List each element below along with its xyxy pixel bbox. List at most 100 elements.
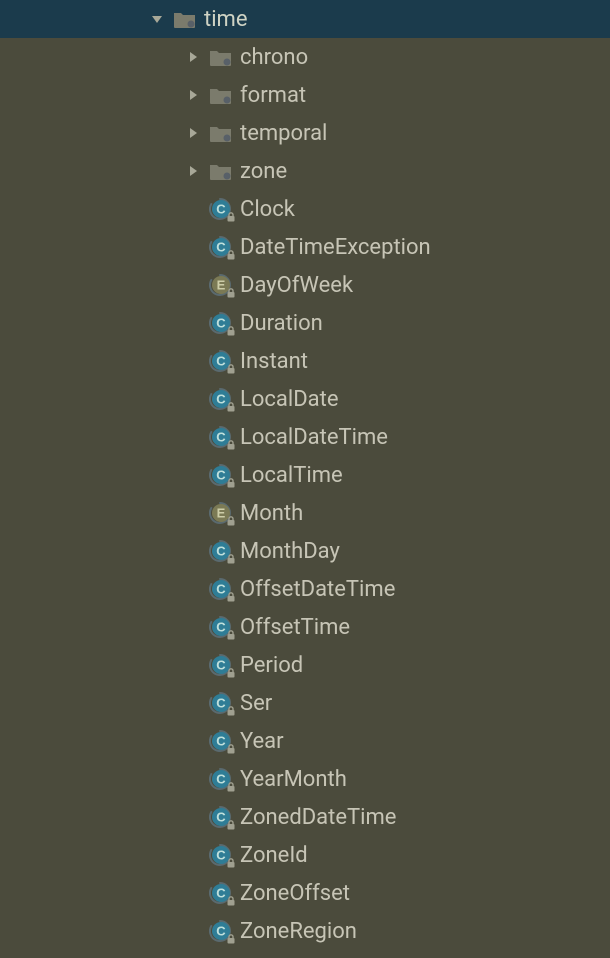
svg-text:C: C xyxy=(216,658,226,673)
svg-text:C: C xyxy=(216,430,226,445)
svg-text:C: C xyxy=(216,810,226,825)
svg-text:C: C xyxy=(216,316,226,331)
svg-text:C: C xyxy=(216,620,226,635)
tree-item-instant[interactable]: C Instant xyxy=(0,342,610,380)
tree-item-temporal[interactable]: temporal xyxy=(0,114,610,152)
expand-arrow-right-icon[interactable] xyxy=(184,124,202,142)
lock-icon xyxy=(226,440,236,450)
tree-item-month[interactable]: E Month xyxy=(0,494,610,532)
tree-item-offsettime[interactable]: C OffsetTime xyxy=(0,608,610,646)
tree-item-label: Ser xyxy=(240,691,272,716)
svg-text:C: C xyxy=(216,848,226,863)
lock-icon xyxy=(226,516,236,526)
class-icon: C xyxy=(208,616,234,638)
tree-item-label: LocalDate xyxy=(240,387,339,412)
lock-icon xyxy=(226,592,236,602)
class-icon: C xyxy=(208,882,234,904)
svg-text:C: C xyxy=(216,772,226,787)
tree-item-monthday[interactable]: C MonthDay xyxy=(0,532,610,570)
expand-arrow-down-icon[interactable] xyxy=(148,10,166,28)
tree-item-label: chrono xyxy=(240,45,308,70)
tree-item-label: zone xyxy=(240,159,287,184)
tree-item-chrono[interactable]: chrono xyxy=(0,38,610,76)
lock-icon xyxy=(226,326,236,336)
svg-text:C: C xyxy=(216,468,226,483)
tree-item-period[interactable]: C Period xyxy=(0,646,610,684)
tree-item-zone[interactable]: zone xyxy=(0,152,610,190)
class-icon: C xyxy=(208,426,234,448)
lock-icon xyxy=(226,782,236,792)
tree-item-label: DateTimeException xyxy=(240,235,431,260)
tree-item-label: LocalDateTime xyxy=(240,425,388,450)
class-icon: C xyxy=(208,198,234,220)
tree-item-label: time xyxy=(204,7,248,32)
svg-text:E: E xyxy=(217,278,226,293)
tree-item-clock[interactable]: C Clock xyxy=(0,190,610,228)
tree-item-label: MonthDay xyxy=(240,539,340,564)
tree-item-label: Instant xyxy=(240,349,308,374)
svg-text:C: C xyxy=(216,240,226,255)
class-icon: C xyxy=(208,730,234,752)
lock-icon xyxy=(226,706,236,716)
svg-text:C: C xyxy=(216,202,226,217)
lock-icon xyxy=(226,630,236,640)
tree-item-label: Month xyxy=(240,501,303,526)
tree-item-duration[interactable]: C Duration xyxy=(0,304,610,342)
lock-icon xyxy=(226,288,236,298)
package-icon xyxy=(208,122,234,144)
class-icon: C xyxy=(208,540,234,562)
package-tree[interactable]: time chrono format temporal zone C Clock… xyxy=(0,0,610,950)
class-icon: C xyxy=(208,806,234,828)
tree-item-ser[interactable]: C Ser xyxy=(0,684,610,722)
tree-item-label: Duration xyxy=(240,311,323,336)
lock-icon xyxy=(226,896,236,906)
tree-item-label: ZoneId xyxy=(240,843,308,868)
tree-item-offsetdatetime[interactable]: C OffsetDateTime xyxy=(0,570,610,608)
class-icon: C xyxy=(208,920,234,942)
package-icon xyxy=(172,8,198,30)
lock-icon xyxy=(226,212,236,222)
tree-item-label: ZoneRegion xyxy=(240,919,357,944)
tree-item-zoneregion[interactable]: C ZoneRegion xyxy=(0,912,610,950)
class-icon: C xyxy=(208,388,234,410)
class-icon: C xyxy=(208,464,234,486)
tree-item-localdate[interactable]: C LocalDate xyxy=(0,380,610,418)
lock-icon xyxy=(226,820,236,830)
tree-item-zoneddatetime[interactable]: C ZonedDateTime xyxy=(0,798,610,836)
package-icon xyxy=(208,46,234,68)
class-icon: C xyxy=(208,768,234,790)
svg-text:C: C xyxy=(216,696,226,711)
expand-arrow-right-icon[interactable] xyxy=(184,48,202,66)
tree-item-dayofweek[interactable]: E DayOfWeek xyxy=(0,266,610,304)
svg-text:C: C xyxy=(216,924,226,939)
tree-item-localdatetime[interactable]: C LocalDateTime xyxy=(0,418,610,456)
class-icon: C xyxy=(208,844,234,866)
tree-item-label: temporal xyxy=(240,121,327,146)
tree-item-localtime[interactable]: C LocalTime xyxy=(0,456,610,494)
tree-item-year[interactable]: C Year xyxy=(0,722,610,760)
tree-item-datetimeexception[interactable]: C DateTimeException xyxy=(0,228,610,266)
svg-text:C: C xyxy=(216,886,226,901)
tree-item-yearmonth[interactable]: C YearMonth xyxy=(0,760,610,798)
expand-arrow-right-icon[interactable] xyxy=(184,162,202,180)
svg-text:C: C xyxy=(216,582,226,597)
tree-item-label: format xyxy=(240,83,306,108)
tree-item-zoneid[interactable]: C ZoneId xyxy=(0,836,610,874)
lock-icon xyxy=(226,858,236,868)
tree-item-label: OffsetTime xyxy=(240,615,350,640)
tree-item-format[interactable]: format xyxy=(0,76,610,114)
tree-item-label: YearMonth xyxy=(240,767,347,792)
expand-arrow-right-icon[interactable] xyxy=(184,86,202,104)
lock-icon xyxy=(226,402,236,412)
lock-icon xyxy=(226,478,236,488)
tree-item-time[interactable]: time xyxy=(0,0,610,38)
class-icon: C xyxy=(208,654,234,676)
package-icon xyxy=(208,160,234,182)
tree-item-zoneoffset[interactable]: C ZoneOffset xyxy=(0,874,610,912)
class-icon: C xyxy=(208,312,234,334)
tree-item-label: ZoneOffset xyxy=(240,881,350,906)
lock-icon xyxy=(226,554,236,564)
class-icon: C xyxy=(208,236,234,258)
class-icon: C xyxy=(208,578,234,600)
tree-item-label: Clock xyxy=(240,197,295,222)
